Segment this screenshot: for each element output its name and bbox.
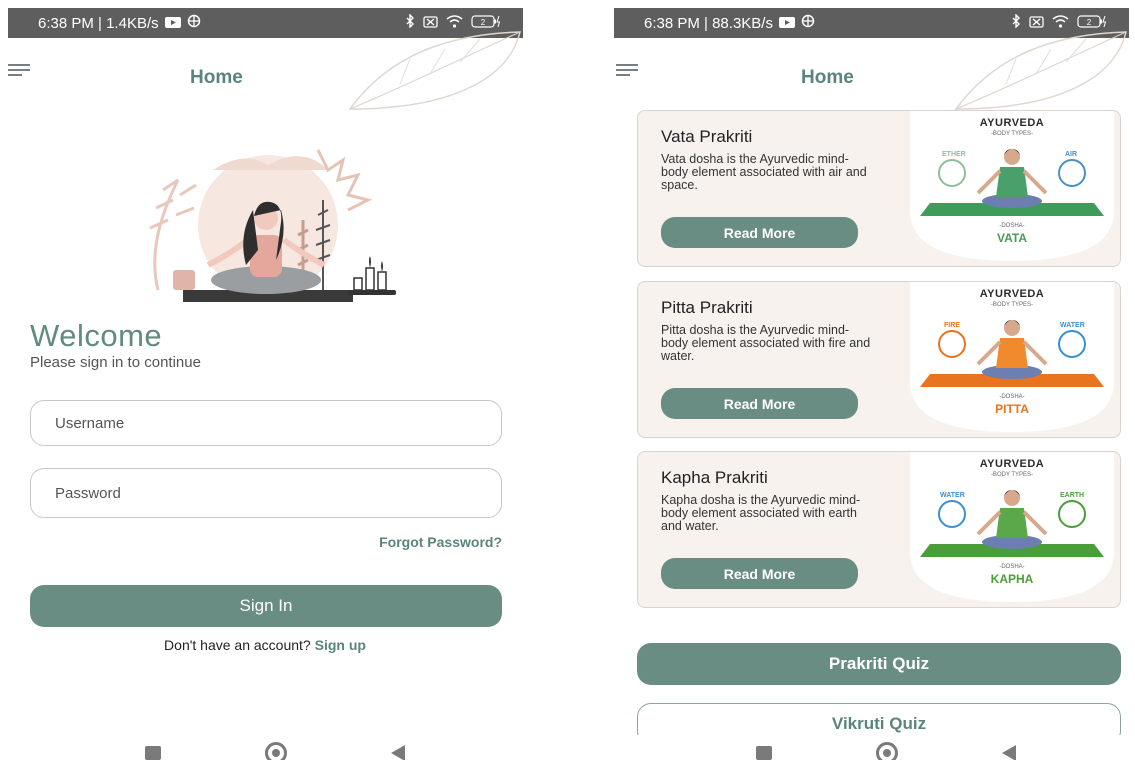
dosha-illustration: AYURVEDA -BODY TYPES- FIRE WATER -DOSHA-… [910, 282, 1114, 437]
art-subheading: -BODY TYPES- [990, 472, 1034, 478]
art-dosha-label: -DOSHA- [999, 223, 1025, 229]
recent-apps-icon[interactable] [145, 746, 161, 760]
card-title: Pitta Prakriti [661, 298, 753, 317]
prakriti-card-pitta: Pitta Prakriti Pitta dosha is the Ayurve… [637, 281, 1121, 438]
signin-subtitle: Please sign in to continue [30, 354, 201, 371]
vpn-icon [187, 14, 201, 32]
leaf-decoration [954, 31, 1127, 110]
art-dosha-label: -DOSHA- [999, 394, 1025, 400]
art-element-right: EARTH [1060, 492, 1085, 499]
art-element-left: WATER [940, 492, 965, 499]
login-screen: 6:38 PM | 1.4KB/s 2 Home Welcome Please … [0, 0, 530, 760]
system-nav-bar [145, 742, 405, 760]
read-more-button[interactable]: Read More [661, 558, 858, 589]
art-element-left: ETHER [942, 151, 966, 158]
page-title: Home [801, 67, 854, 88]
prakriti-card-vata: Vata Prakriti Vata dosha is the Ayurvedi… [637, 110, 1121, 267]
art-dosha-name: KAPHA [990, 572, 1034, 586]
read-more-button[interactable]: Read More [661, 388, 858, 419]
art-heading: AYURVEDA [979, 288, 1045, 300]
art-subheading: -BODY TYPES- [990, 302, 1034, 308]
back-icon[interactable] [391, 745, 405, 760]
no-account-text: Don't have an account? [164, 637, 311, 653]
home-nav-icon[interactable] [876, 742, 898, 760]
status-time: 6:38 PM | 88.3KB/s [644, 14, 773, 32]
back-icon[interactable] [1002, 745, 1016, 760]
dosha-illustration: AYURVEDA -BODY TYPES- ETHER AIR -DOSHA- … [910, 111, 1114, 266]
prakriti-quiz-button[interactable]: Prakriti Quiz [637, 643, 1121, 685]
meditation-illustration [149, 149, 396, 302]
card-description: Kapha dosha is the Ayurvedic mind-body e… [661, 493, 861, 533]
username-input[interactable] [30, 400, 502, 446]
prakriti-card-kapha: Kapha Prakriti Kapha dosha is the Ayurve… [637, 451, 1121, 608]
dosha-illustration: AYURVEDA -BODY TYPES- WATER EARTH -DOSHA… [910, 452, 1114, 607]
signup-row: Don't have an account? Sign up [0, 637, 530, 653]
home-nav-icon[interactable] [265, 742, 287, 760]
card-description: Vata dosha is the Ayurvedic mind-body el… [661, 152, 867, 192]
status-time: 6:38 PM | 1.4KB/s [38, 14, 159, 32]
card-title: Kapha Prakriti [661, 468, 768, 487]
page-title: Home [190, 67, 243, 88]
read-more-button[interactable]: Read More [661, 217, 858, 248]
art-element-left: FIRE [944, 322, 960, 329]
sign-up-link[interactable]: Sign up [315, 637, 366, 653]
recent-apps-icon[interactable] [756, 746, 772, 760]
art-dosha-label: -DOSHA- [999, 564, 1025, 570]
art-element-right: WATER [1060, 322, 1085, 329]
home-screen: 6:38 PM | 88.3KB/s 2 Home Vata Prakriti … [606, 0, 1135, 760]
menu-icon[interactable] [616, 64, 638, 76]
art-element-right: AIR [1065, 151, 1078, 158]
sign-in-button[interactable]: Sign In [30, 585, 502, 627]
card-title: Vata Prakriti [661, 127, 753, 146]
art-subheading: -BODY TYPES- [990, 131, 1034, 137]
password-input[interactable] [30, 468, 502, 518]
system-nav-bar [756, 742, 1016, 760]
forgot-password-link[interactable]: Forgot Password? [379, 534, 502, 550]
art-heading: AYURVEDA [979, 117, 1045, 129]
vpn-icon [801, 14, 815, 32]
welcome-heading: Welcome [30, 318, 163, 353]
art-dosha-name: VATA [997, 231, 1027, 245]
art-dosha-name: PITTA [995, 402, 1029, 416]
youtube-icon [164, 15, 181, 32]
leaf-decoration [348, 31, 521, 110]
card-description: Pitta dosha is the Ayurvedic mind-body e… [661, 323, 871, 363]
art-heading: AYURVEDA [979, 458, 1045, 470]
youtube-icon [778, 15, 795, 32]
menu-icon[interactable] [8, 64, 30, 76]
